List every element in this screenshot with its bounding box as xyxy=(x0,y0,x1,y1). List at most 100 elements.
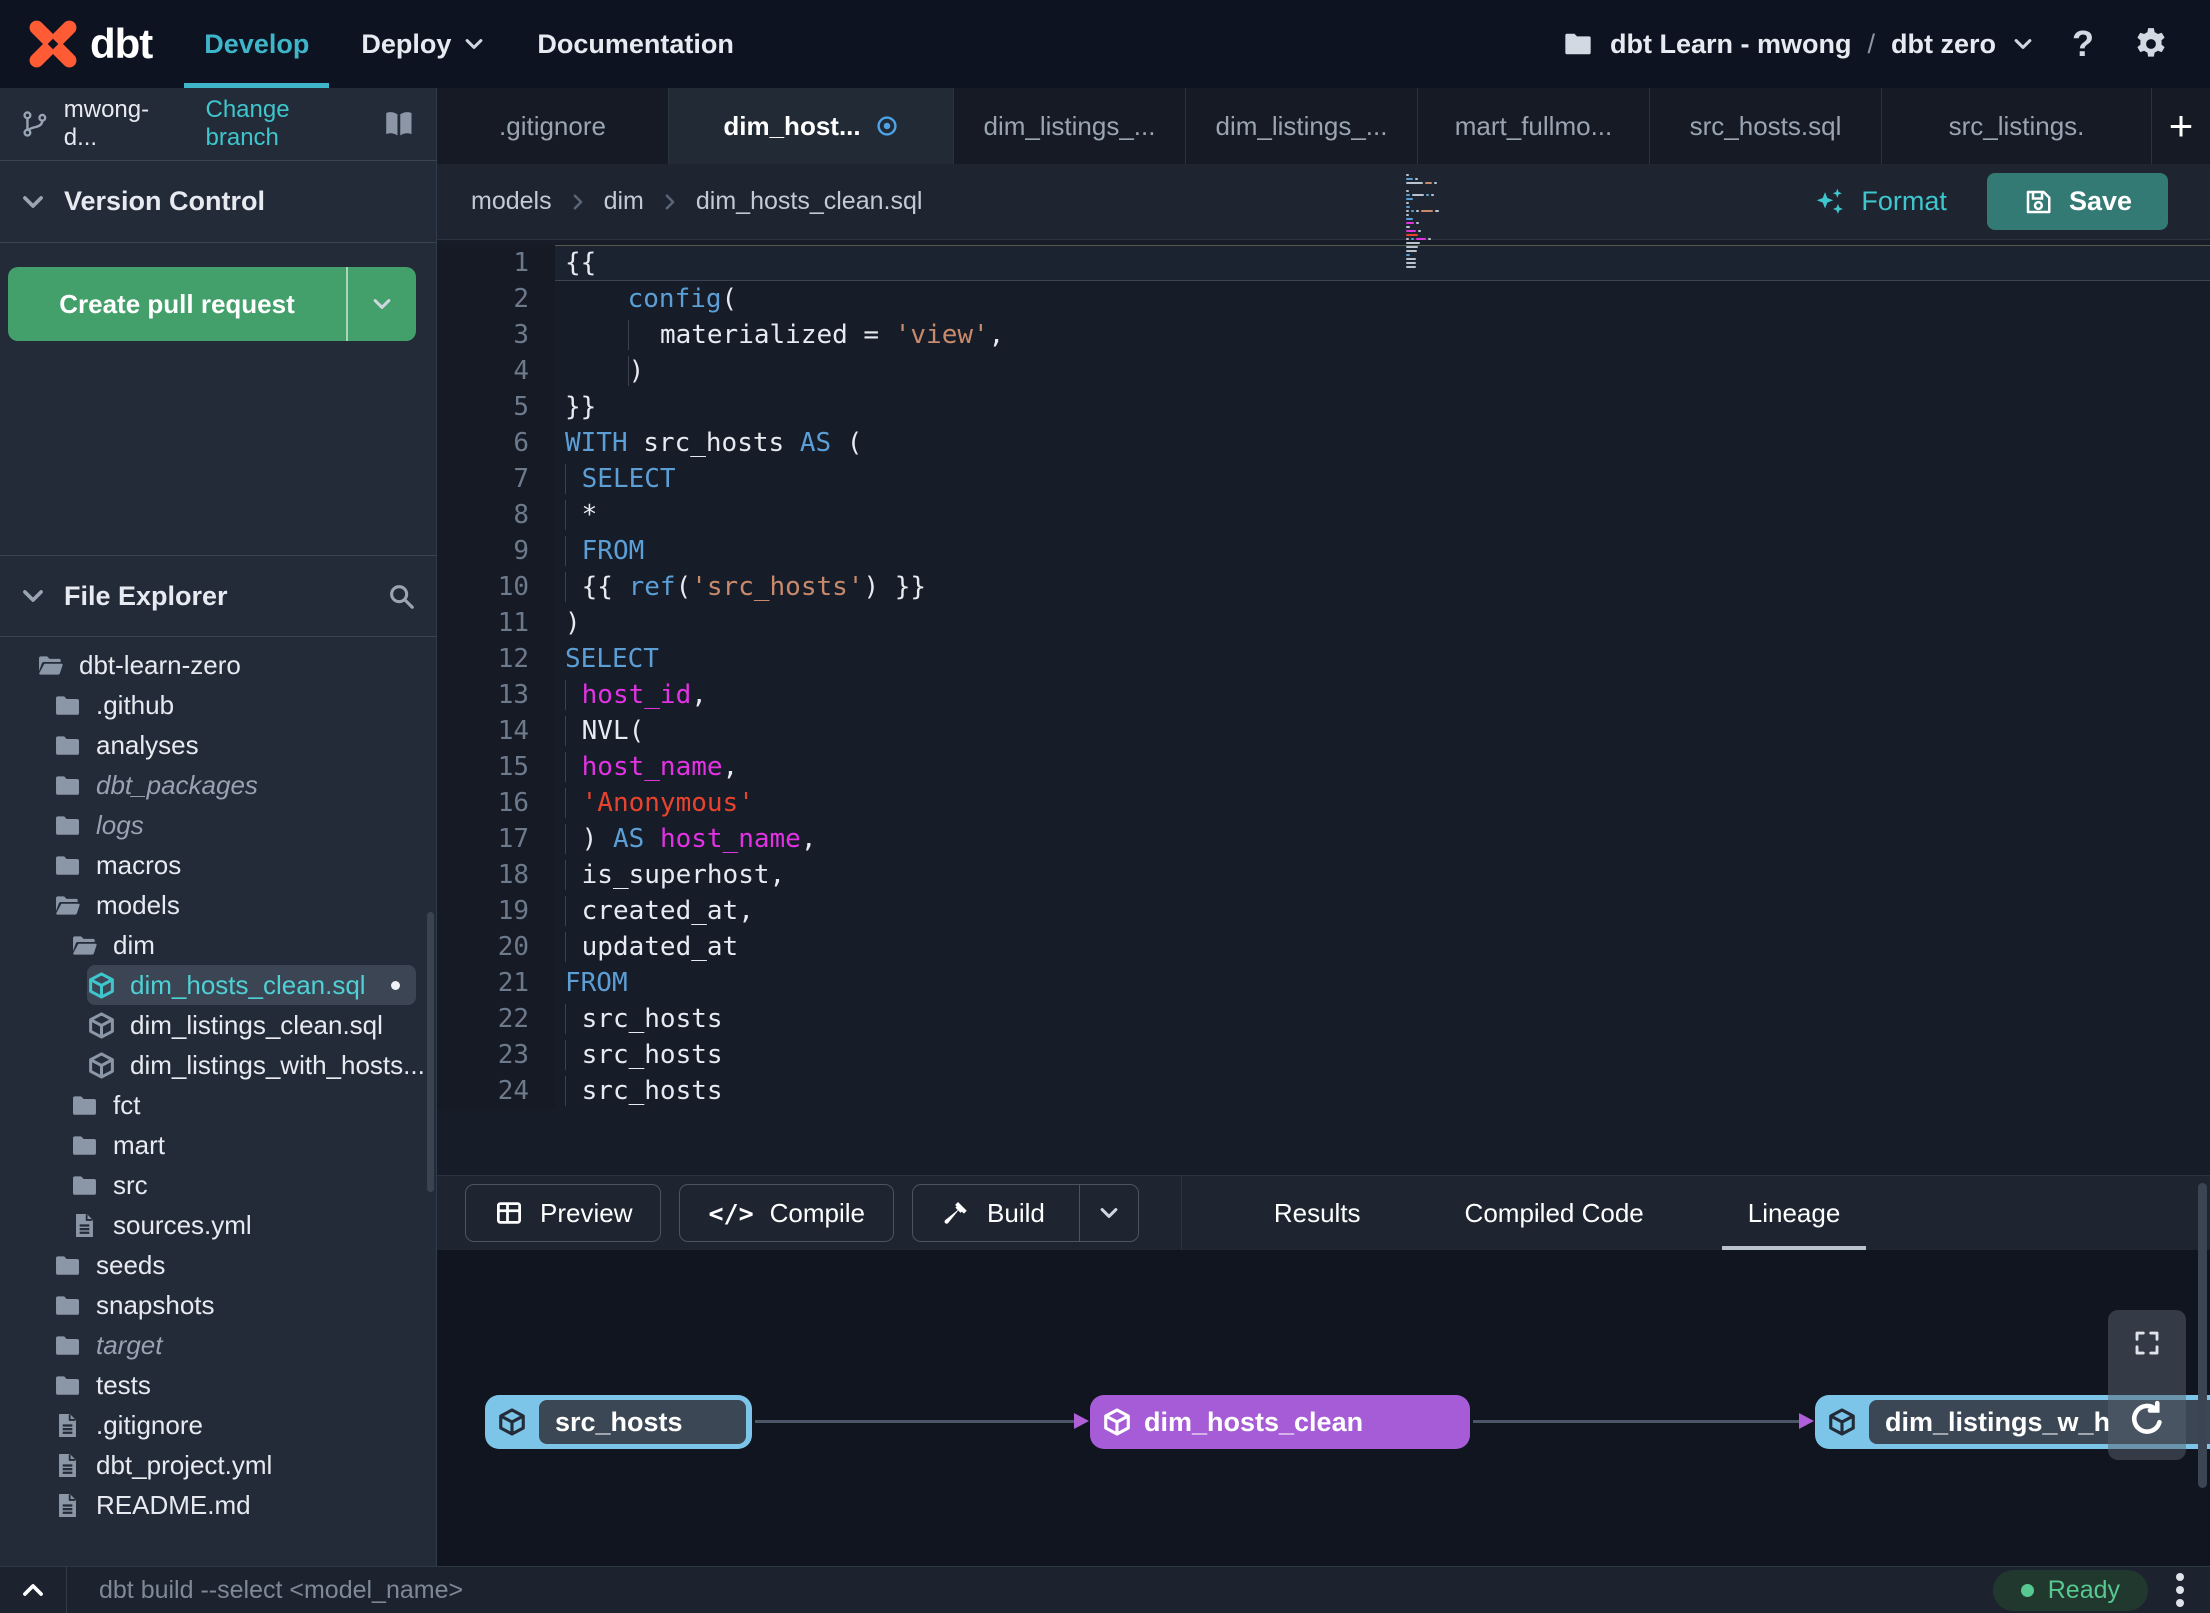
code-line[interactable]: 15 host_name, xyxy=(437,749,2210,785)
tab-results[interactable]: Results xyxy=(1222,1176,1413,1250)
breadcrumb-models[interactable]: models xyxy=(471,187,552,216)
nav-item-deploy[interactable]: Deploy xyxy=(335,0,511,88)
tree-item[interactable]: sources.yml xyxy=(70,1205,436,1245)
tree-item[interactable]: fct xyxy=(70,1085,436,1125)
code-line[interactable]: 17 ) AS host_name, xyxy=(437,821,2210,857)
tree-item[interactable]: target xyxy=(53,1325,436,1365)
code-line[interactable]: 12 SELECT xyxy=(437,641,2210,677)
lineage-node-dim_hosts_clean[interactable]: dim_hosts_clean xyxy=(1090,1395,1470,1449)
version-control-header[interactable]: Version Control xyxy=(0,161,436,243)
tree-item[interactable]: tests xyxy=(53,1365,436,1405)
nav-item-develop[interactable]: Develop xyxy=(178,0,335,88)
tree-item-label: dim_hosts_clean.sql xyxy=(130,969,366,1000)
file-tab[interactable]: mart_fullmo... xyxy=(1418,88,1650,164)
code-line[interactable]: 2 config( xyxy=(437,281,2210,317)
tree-item[interactable]: models xyxy=(53,885,436,925)
folder-open-icon xyxy=(36,651,65,680)
file-tab[interactable]: src_hosts.sql xyxy=(1650,88,1882,164)
code-line[interactable]: 10 {{ ref('src_hosts') }} xyxy=(437,569,2210,605)
breadcrumb-dim[interactable]: dim xyxy=(604,187,644,216)
tab-compiled-code[interactable]: Compiled Code xyxy=(1413,1176,1696,1250)
file-tab[interactable]: .gitignore xyxy=(437,88,669,164)
code-line[interactable]: 4 ) xyxy=(437,353,2210,389)
code-line[interactable]: 20 updated_at xyxy=(437,929,2210,965)
lineage-canvas[interactable]: src_hosts dim_hosts_clean dim_listings_w_h xyxy=(437,1250,2210,1566)
project-picker[interactable]: dbt Learn - mwong / dbt zero xyxy=(1562,28,2034,60)
tree-item[interactable]: dim xyxy=(70,925,436,965)
build-button[interactable]: Build xyxy=(912,1184,1139,1242)
tree-item[interactable]: snapshots xyxy=(53,1285,436,1325)
code-line[interactable]: 8 * xyxy=(437,497,2210,533)
tree-item[interactable]: seeds xyxy=(53,1245,436,1285)
code-line[interactable]: 7 SELECT xyxy=(437,461,2210,497)
settings-gear-icon[interactable] xyxy=(2132,25,2170,63)
code-editor[interactable]: 1{{2 config(3 materialized = 'view', 4 ) 5… xyxy=(437,174,2210,1175)
tree-item[interactable]: logs xyxy=(53,805,436,845)
code-line[interactable]: 5}} xyxy=(437,389,2210,425)
file-tab[interactable]: dim_listings_... xyxy=(954,88,1186,164)
code-line[interactable]: 9 FROM xyxy=(437,533,2210,569)
code-line[interactable]: 21 FROM xyxy=(437,965,2210,1001)
search-icon[interactable] xyxy=(386,581,416,611)
lineage-node-src_hosts[interactable]: src_hosts xyxy=(485,1395,752,1449)
tree-item[interactable]: README.md xyxy=(53,1485,436,1525)
tree-item-label: fct xyxy=(113,1089,141,1120)
tab-lineage[interactable]: Lineage xyxy=(1696,1176,1893,1250)
tree-item[interactable]: dbt_packages xyxy=(53,765,436,805)
code-line[interactable]: 13 host_id, xyxy=(437,677,2210,713)
tree-item[interactable]: dim_listings_with_hosts... xyxy=(87,1045,436,1085)
format-button[interactable]: Format xyxy=(1813,185,1947,219)
kebab-menu-icon[interactable] xyxy=(2172,1569,2188,1611)
help-button[interactable]: ? xyxy=(2072,23,2094,65)
pull-request-options-caret[interactable] xyxy=(348,267,416,341)
code-line[interactable]: 19 created_at, xyxy=(437,893,2210,929)
code-line[interactable]: 11) xyxy=(437,605,2210,641)
save-button[interactable]: Save xyxy=(1986,173,2168,230)
docs-book-icon[interactable] xyxy=(382,107,416,141)
tree-item[interactable]: dbt_project.yml xyxy=(53,1445,436,1485)
file-tab[interactable]: dim_host... xyxy=(669,88,954,164)
code-line[interactable]: 1{{ xyxy=(437,245,2210,281)
sidebar-scrollbar[interactable] xyxy=(427,912,434,1192)
file-tab[interactable]: src_listings. xyxy=(1882,88,2152,164)
code-line[interactable]: 18 is_superhost, xyxy=(437,857,2210,893)
code-line[interactable]: 24 src_hosts xyxy=(437,1073,2210,1109)
code-line[interactable]: 22 src_hosts xyxy=(437,1001,2210,1037)
tree-item-label: mart xyxy=(113,1129,165,1160)
tree-item[interactable]: dbt-learn-zero xyxy=(36,645,436,685)
expand-command-bar-button[interactable] xyxy=(0,1567,67,1613)
panel-scrollbar[interactable] xyxy=(2198,1183,2207,1488)
file-explorer-header[interactable]: File Explorer xyxy=(0,555,436,637)
file-tab-label: src_hosts.sql xyxy=(1689,110,1842,141)
file-tab-bar: .gitignore dim_host... dim_listings_... dim… xyxy=(437,88,2210,164)
tree-item[interactable]: mart xyxy=(70,1125,436,1165)
file-tab-label: dim_listings_... xyxy=(983,110,1156,141)
code-line[interactable]: 14 NVL( xyxy=(437,713,2210,749)
code-line[interactable]: 6 WITH src_hosts AS ( xyxy=(437,425,2210,461)
command-input[interactable]: dbt build --select <model_name> xyxy=(67,1576,463,1605)
preview-button[interactable]: Preview xyxy=(465,1184,662,1242)
code-text: src_hosts xyxy=(555,1001,2210,1037)
compile-button[interactable]: </> Compile xyxy=(679,1184,895,1242)
nav-item-documentation[interactable]: Documentation xyxy=(511,0,760,88)
tree-item[interactable]: dim_hosts_clean.sql xyxy=(87,965,416,1005)
code-line[interactable]: 16 'Anonymous' xyxy=(437,785,2210,821)
create-pull-request-label[interactable]: Create pull request xyxy=(8,267,348,341)
code-line[interactable]: 23 src_hosts xyxy=(437,1037,2210,1073)
tree-item[interactable]: src xyxy=(70,1165,436,1205)
code-line[interactable]: 3 materialized = 'view', xyxy=(437,317,2210,353)
tree-item[interactable]: macros xyxy=(53,845,436,885)
tree-item[interactable]: dim_listings_clean.sql xyxy=(87,1005,436,1045)
tree-item[interactable]: analyses xyxy=(53,725,436,765)
tree-item[interactable]: .gitignore xyxy=(53,1405,436,1445)
build-options-caret[interactable] xyxy=(1078,1185,1138,1241)
refresh-icon[interactable] xyxy=(2125,1398,2169,1442)
fullscreen-icon[interactable] xyxy=(2132,1328,2162,1358)
dbt-logo[interactable]: dbt xyxy=(0,19,178,69)
change-branch-link[interactable]: Change branch xyxy=(206,96,369,152)
tree-item[interactable]: .github xyxy=(53,685,436,725)
new-tab-button[interactable]: + xyxy=(2152,88,2210,164)
file-tab[interactable]: dim_listings_... xyxy=(1186,88,1418,164)
create-pull-request-button[interactable]: Create pull request xyxy=(8,267,416,341)
editor-minimap[interactable] xyxy=(1406,174,1452,270)
